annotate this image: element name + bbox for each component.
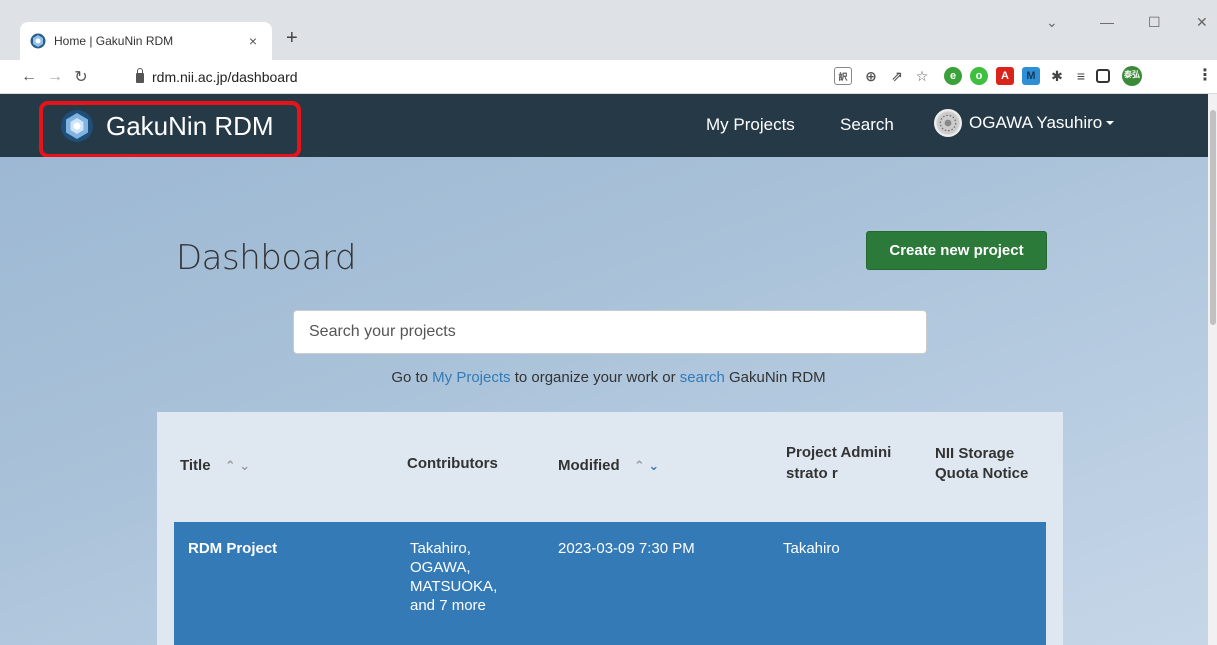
- extension-green-icon[interactable]: o: [970, 67, 988, 85]
- header-title[interactable]: Title ⌃ ⌄: [180, 457, 250, 474]
- sort-asc-icon[interactable]: ⌃: [634, 458, 645, 473]
- translate-icon[interactable]: 訳: [834, 67, 852, 85]
- row-contributors: Takahiro, OGAWA, MATSUOKA, and 7 more: [410, 540, 498, 614]
- header-modified-label: Modified: [558, 457, 620, 474]
- header-quota-notice: NII Storage Quota Notice: [935, 445, 1029, 482]
- extensions-puzzle-icon[interactable]: ✱: [1048, 67, 1066, 85]
- reading-list-icon[interactable]: ≡: [1072, 67, 1090, 85]
- title-sort-icons[interactable]: ⌃ ⌄: [225, 458, 250, 474]
- close-window-icon[interactable]: ✕: [1196, 14, 1208, 31]
- nav-search[interactable]: Search: [840, 115, 894, 135]
- acrobat-extension-icon[interactable]: A: [996, 67, 1014, 85]
- header-modified[interactable]: Modified ⌃ ⌄: [558, 457, 659, 474]
- row-modified: 2023-03-09 7:30 PM: [558, 540, 695, 557]
- bookmark-star-icon[interactable]: ☆: [913, 67, 931, 85]
- user-menu[interactable]: OGAWA Yasuhiro: [934, 109, 1115, 137]
- new-tab-button[interactable]: +: [286, 27, 298, 50]
- close-tab-icon[interactable]: ×: [244, 33, 262, 49]
- browser-menu-icon[interactable]: ⋮: [1196, 67, 1214, 85]
- helper-middle: to organize your work or: [510, 369, 680, 386]
- row-title[interactable]: RDM Project: [188, 539, 277, 558]
- minimize-icon[interactable]: —: [1100, 14, 1114, 30]
- extension-m-icon[interactable]: M: [1022, 67, 1040, 85]
- evernote-extension-icon[interactable]: e: [944, 67, 962, 85]
- address-bar[interactable]: rdm.nii.ac.jp/dashboard: [122, 64, 912, 90]
- share-icon[interactable]: ⇗: [888, 67, 906, 85]
- modified-sort-icons[interactable]: ⌃ ⌄: [634, 458, 659, 474]
- page-title: Dashboard: [176, 238, 356, 278]
- url-text: rdm.nii.ac.jp/dashboard: [152, 69, 298, 85]
- helper-text: Go to My Projects to organize your work …: [0, 369, 1217, 386]
- search-link[interactable]: search: [680, 369, 725, 386]
- forward-icon[interactable]: →: [42, 68, 68, 86]
- create-new-project-button[interactable]: Create new project: [866, 231, 1047, 270]
- scrollbar-thumb[interactable]: [1210, 110, 1216, 325]
- header-project-administrator: Project Administrato r: [786, 444, 892, 482]
- user-avatar: [934, 109, 962, 137]
- reload-icon[interactable]: ↻: [68, 67, 94, 87]
- helper-suffix: GakuNin RDM: [724, 369, 826, 386]
- profile-avatar-icon[interactable]: 泰弘: [1122, 66, 1142, 86]
- sort-asc-icon[interactable]: ⌃: [225, 458, 236, 473]
- caret-down-icon: [1106, 121, 1115, 125]
- browser-tab[interactable]: Home | GakuNin RDM ×: [20, 22, 272, 60]
- tab-title: Home | GakuNin RDM: [54, 34, 174, 48]
- gakunin-favicon-icon: [30, 33, 46, 49]
- sort-desc-active-icon[interactable]: ⌄: [648, 458, 659, 473]
- my-projects-link[interactable]: My Projects: [432, 369, 510, 386]
- maximize-icon[interactable]: ☐: [1148, 14, 1161, 31]
- brand-highlight-box: [39, 101, 301, 158]
- tab-search-icon[interactable]: ⌄: [1046, 14, 1058, 31]
- sort-desc-icon[interactable]: ⌄: [239, 458, 250, 473]
- zoom-icon[interactable]: ⊕: [862, 67, 880, 85]
- row-administrator: Takahiro: [783, 540, 840, 557]
- user-name: OGAWA Yasuhiro: [969, 113, 1103, 132]
- header-title-label: Title: [180, 457, 211, 474]
- header-contributors: Contributors: [407, 455, 498, 472]
- nav-my-projects[interactable]: My Projects: [706, 115, 795, 135]
- search-projects-input[interactable]: [293, 310, 927, 354]
- side-panel-icon[interactable]: [1096, 69, 1110, 83]
- lock-icon[interactable]: [136, 68, 144, 83]
- helper-prefix: Go to: [391, 369, 433, 386]
- back-icon[interactable]: ←: [16, 68, 42, 86]
